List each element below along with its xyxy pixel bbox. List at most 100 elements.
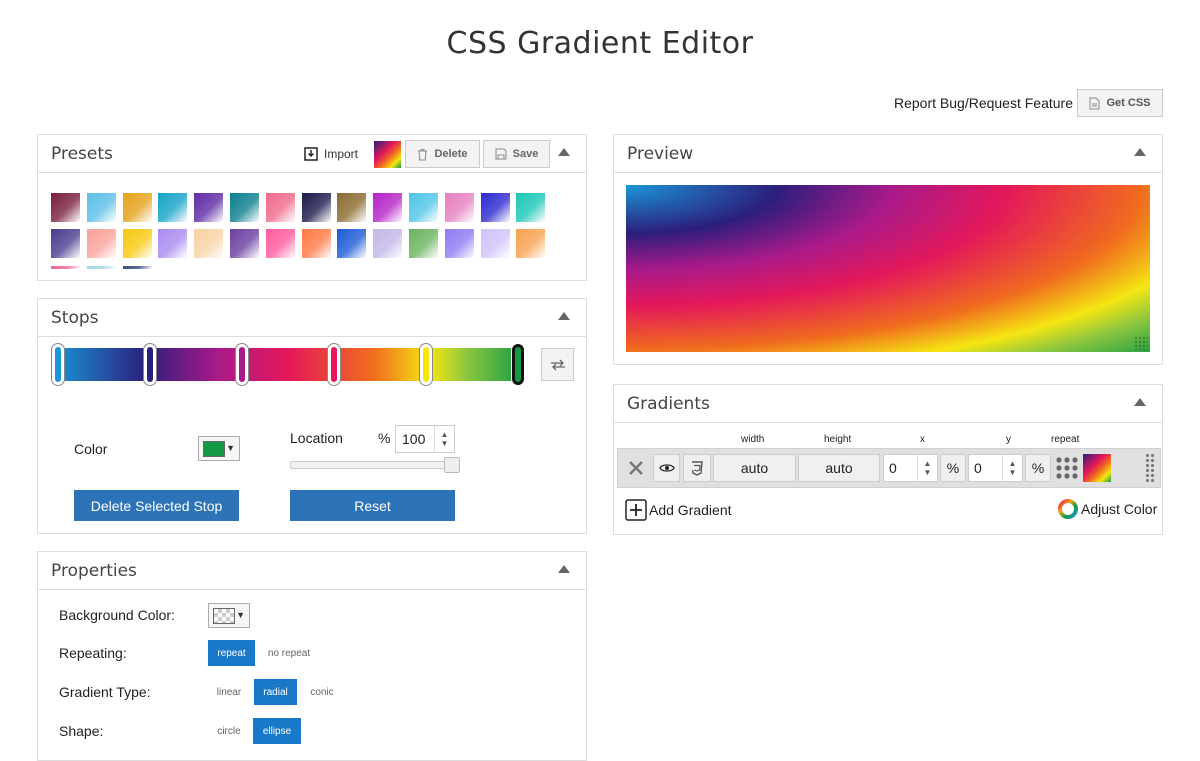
y-unit-button[interactable]: % (1025, 454, 1051, 482)
stop-color-picker[interactable]: ▼ (198, 436, 240, 461)
adjust-color-button[interactable]: Adjust Color (1058, 499, 1157, 519)
repeat-option[interactable]: repeat (208, 640, 255, 666)
preset-swatch[interactable] (445, 193, 474, 222)
repeat-toggle-button[interactable] (1055, 456, 1079, 480)
background-color-picker[interactable]: ▼ (208, 603, 250, 628)
resize-grip-icon[interactable] (1134, 336, 1148, 350)
preset-swatch[interactable] (337, 193, 366, 222)
repeat-column-label: repeat (1051, 434, 1080, 445)
x-position-input[interactable]: 0 ▲ ▼ (883, 454, 938, 482)
reset-button[interactable]: Reset (290, 490, 455, 521)
gradient-stop-bar[interactable] (52, 348, 524, 381)
save-preset-button[interactable]: Save (483, 140, 550, 168)
width-field[interactable]: auto (713, 454, 796, 482)
preset-swatch[interactable] (481, 193, 510, 222)
collapse-arrow-icon[interactable] (558, 565, 570, 573)
properties-panel: Properties Background Color: ▼ Repeating… (37, 551, 587, 761)
location-slider[interactable] (290, 461, 460, 469)
preset-swatch[interactable] (87, 229, 116, 258)
preset-swatch[interactable] (123, 229, 152, 258)
preset-swatch[interactable] (516, 229, 545, 258)
floppy-disk-icon (495, 148, 507, 160)
preset-swatch[interactable] (516, 193, 545, 222)
collapse-arrow-icon[interactable] (1134, 148, 1146, 156)
preset-swatch[interactable] (123, 266, 152, 269)
preset-swatch[interactable] (230, 193, 259, 222)
swap-arrows-icon (550, 359, 565, 370)
preset-swatch[interactable] (481, 229, 510, 258)
spinner-arrows-icon[interactable]: ▲ ▼ (434, 426, 454, 452)
dot-grid-icon (1056, 457, 1078, 479)
report-bug-link[interactable]: Report Bug/Request Feature (894, 95, 1073, 111)
location-slider-thumb[interactable] (444, 457, 460, 473)
preset-swatch[interactable] (51, 193, 80, 222)
conic-option[interactable]: conic (304, 679, 340, 705)
radial-option[interactable]: radial (254, 679, 297, 705)
collapse-arrow-icon[interactable] (558, 148, 570, 156)
import-button[interactable]: Import (304, 147, 368, 161)
y-position-input[interactable]: 0 ▲ ▼ (968, 454, 1023, 482)
delete-preset-button[interactable]: Delete (405, 140, 480, 168)
gradient-type-label: Gradient Type: (59, 684, 151, 700)
location-input[interactable]: 100 ▲ ▼ (395, 425, 455, 453)
preset-swatch[interactable] (158, 229, 187, 258)
adjust-color-label: Adjust Color (1081, 501, 1158, 517)
height-field[interactable]: auto (798, 454, 880, 482)
close-x-icon[interactable] (626, 458, 646, 478)
preset-swatch[interactable] (87, 266, 116, 269)
trash-icon (418, 148, 428, 160)
preset-swatch[interactable] (302, 229, 331, 258)
stop-handle[interactable] (328, 344, 340, 385)
y-unit-label: % (1031, 460, 1045, 476)
color-label: Color (74, 441, 108, 457)
preset-swatch[interactable] (51, 266, 80, 269)
layer-gradient-thumbnail[interactable] (1083, 454, 1111, 482)
get-css-button[interactable]: Get CSS (1077, 89, 1163, 117)
collapse-arrow-icon[interactable] (1134, 398, 1146, 406)
stop-handle[interactable] (144, 344, 156, 385)
delete-selected-stop-button[interactable]: Delete Selected Stop (74, 490, 239, 521)
preset-swatch[interactable] (51, 229, 80, 258)
stops-panel: Stops Color ▼ Location % 100 ▲ ▼ Delete S… (37, 298, 587, 534)
preset-swatch[interactable] (194, 229, 223, 258)
preset-swatch[interactable] (409, 229, 438, 258)
stop-color-chip (203, 441, 225, 457)
no-repeat-option[interactable]: no repeat (260, 640, 318, 666)
x-unit-button[interactable]: % (940, 454, 966, 482)
stop-handle[interactable] (52, 344, 64, 385)
preset-swatch[interactable] (266, 193, 295, 222)
circle-option[interactable]: circle (212, 718, 246, 744)
spinner-arrows-icon[interactable]: ▲ ▼ (917, 455, 937, 481)
current-gradient-swatch[interactable] (374, 140, 401, 168)
stop-handle[interactable] (420, 344, 432, 385)
preset-swatch[interactable] (266, 229, 295, 258)
preset-swatch[interactable] (158, 193, 187, 222)
css-code-button[interactable] (683, 454, 711, 482)
stop-handle[interactable] (512, 344, 524, 385)
shape-label: Shape: (59, 723, 104, 739)
preset-swatch[interactable] (302, 193, 331, 222)
preset-swatch[interactable] (123, 193, 152, 222)
location-percent-sign: % (378, 430, 391, 446)
preset-swatch[interactable] (194, 193, 223, 222)
preset-swatch[interactable] (87, 193, 116, 222)
ellipse-option[interactable]: ellipse (253, 718, 301, 744)
preset-swatch[interactable] (230, 229, 259, 258)
presets-toolbar: Import Delete Save (304, 139, 550, 169)
preset-swatch[interactable] (337, 229, 366, 258)
repeating-label: Repeating: (59, 645, 127, 661)
preset-swatch[interactable] (373, 193, 402, 222)
stop-handle[interactable] (236, 344, 248, 385)
collapse-arrow-icon[interactable] (558, 312, 570, 320)
add-gradient-button[interactable]: Add Gradient (625, 499, 732, 521)
spinner-arrows-icon[interactable]: ▲ ▼ (1002, 455, 1022, 481)
preset-swatch[interactable] (409, 193, 438, 222)
gradients-header: Gradients (614, 385, 1162, 423)
delete-preset-label: Delete (434, 148, 468, 160)
reverse-stops-button[interactable] (541, 348, 574, 381)
preset-swatch[interactable] (445, 229, 474, 258)
linear-option[interactable]: linear (212, 679, 246, 705)
preset-swatch[interactable] (373, 229, 402, 258)
visibility-toggle-button[interactable] (653, 454, 680, 482)
drag-handle-icon[interactable] (1145, 453, 1155, 483)
